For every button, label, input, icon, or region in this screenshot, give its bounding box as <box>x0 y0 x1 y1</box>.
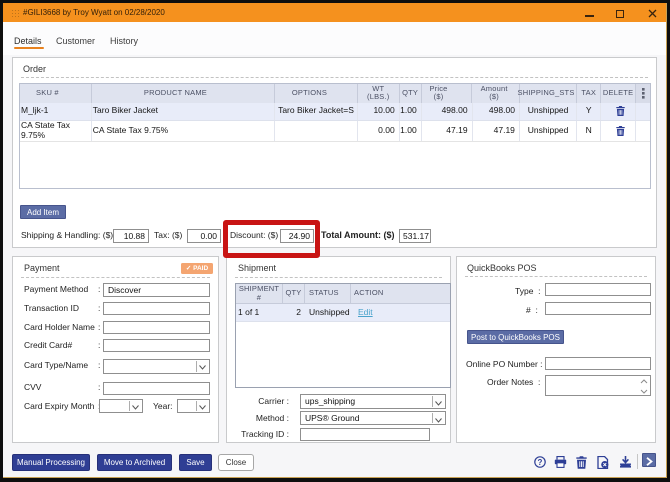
svg-text:?: ? <box>538 458 543 467</box>
